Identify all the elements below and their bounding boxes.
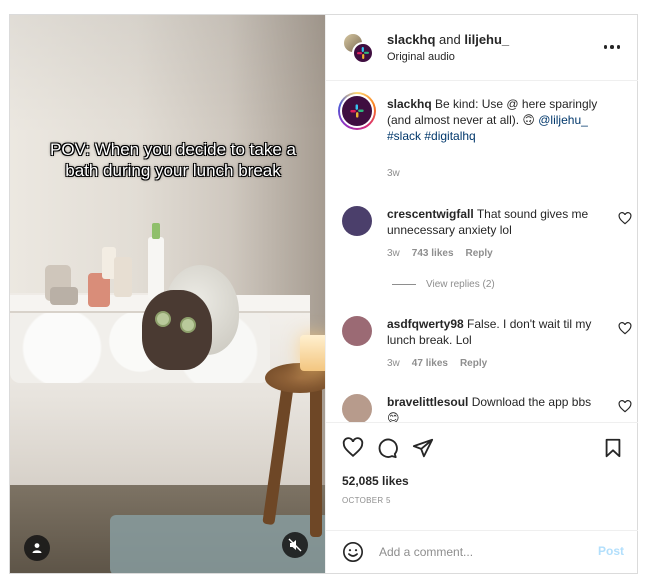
person-icon [32,543,42,553]
mute-toggle-button[interactable] [282,532,308,558]
video-overlay-caption: POV: When you decide to take a bath duri… [49,140,296,180]
cucumber-slice [180,317,196,333]
comment-username-link[interactable]: bravelittlesoul [387,395,468,409]
comment-likes[interactable]: 743 likes [412,248,454,259]
collab-avatars[interactable] [342,32,374,64]
tagged-users-button[interactable] [24,535,50,561]
heart-icon[interactable] [618,322,632,336]
more-horizontal-icon [603,45,608,49]
post-date[interactable]: OCTOBER 5 [342,496,391,505]
post-owner-line: slackhq and liljehu_ [387,32,509,47]
face-mask-person [142,290,212,370]
post-caption: slackhq Be kind: Use @ here sparingly (a… [387,96,617,144]
smiley-icon[interactable] [342,541,364,563]
post-comment-button[interactable]: Post [598,544,624,558]
avatar[interactable] [342,394,372,422]
post-side-panel: slackhq and liljehu_ Original audio slac… [325,15,638,573]
reply-button[interactable]: Reply [466,248,493,259]
likes-count[interactable]: 52,085 likes [342,474,409,488]
mention-link[interactable]: @liljehu_ [538,113,588,127]
comment-time[interactable]: 3w [387,248,400,259]
avatar[interactable] [342,206,372,236]
cucumber-slice [155,311,171,327]
post-actions-bar [326,422,638,472]
candle [300,335,325,371]
post-card: POV: When you decide to take a bath duri… [9,14,638,574]
collaborator-username-link[interactable]: liljehu_ [464,32,509,47]
heart-icon[interactable] [618,212,632,226]
and-text: and [439,32,461,47]
comment-icon[interactable] [376,437,398,459]
caption-time[interactable]: 3w [387,168,400,179]
video-media[interactable]: POV: When you decide to take a bath duri… [10,15,325,573]
slack-logo-icon [350,104,364,118]
soap-pump-bottle [148,237,164,299]
comment-time[interactable]: 3w [387,358,400,369]
comment-username-link[interactable]: crescentwigfall [387,207,474,221]
view-replies-button[interactable]: View replies (2) [392,279,495,290]
owner-username-link[interactable]: slackhq [387,32,435,47]
avatar[interactable] [352,42,374,64]
heart-icon[interactable] [342,437,364,459]
comments-list[interactable]: slackhq Be kind: Use @ here sparingly (a… [326,82,638,422]
more-options-button[interactable] [600,37,624,57]
volume-muted-icon [288,538,302,552]
post-header: slackhq and liljehu_ Original audio [326,15,638,81]
add-comment-bar: Post [326,530,638,573]
reply-button[interactable]: Reply [460,358,487,369]
bookmark-icon[interactable] [602,437,624,459]
caption-username-link[interactable]: slackhq [387,97,432,111]
comment-likes[interactable]: 47 likes [412,358,448,369]
avatar[interactable] [342,316,372,346]
hashtag-links[interactable]: #slack #digitalhq [387,129,476,143]
send-icon[interactable] [412,437,434,459]
comment-input[interactable] [379,542,579,562]
original-audio-link[interactable]: Original audio [387,51,455,63]
slack-logo-icon [357,47,369,59]
caption-avatar[interactable] [338,92,376,130]
heart-icon[interactable] [618,400,632,414]
comment-username-link[interactable]: asdfqwerty98 [387,317,464,331]
view-replies-label: View replies (2) [426,279,495,290]
